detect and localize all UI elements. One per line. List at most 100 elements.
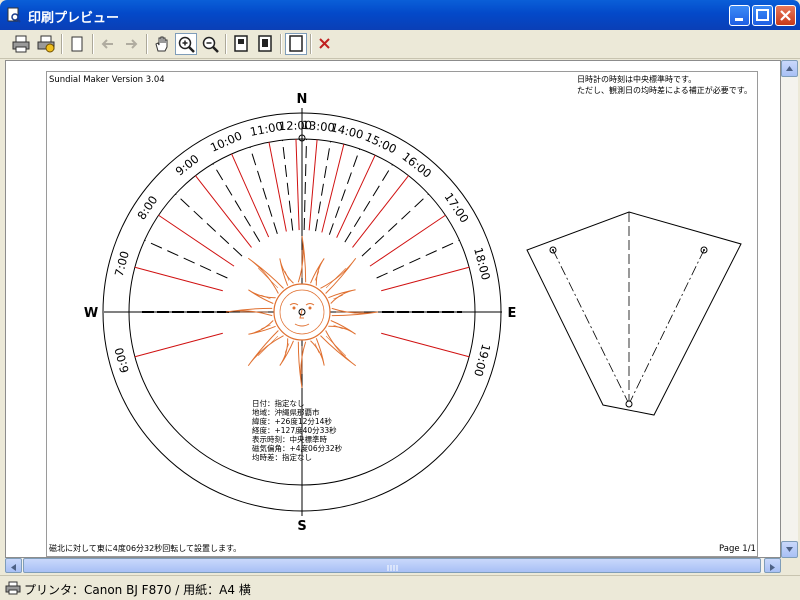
page-width-icon — [258, 35, 272, 52]
hour-line — [308, 139, 318, 231]
hour-line — [321, 144, 345, 233]
printer-status-icon — [5, 581, 21, 595]
hour-line — [134, 266, 223, 292]
app-version: Sundial Maker Version 3.04 — [49, 75, 165, 85]
info-region: 地域：沖縄県那覇市 — [252, 407, 320, 417]
sun-ray — [310, 258, 325, 286]
full-page-button[interactable] — [285, 33, 307, 55]
sun-illustration — [225, 235, 379, 389]
half-hour-line — [315, 141, 332, 232]
sun-ray — [328, 320, 356, 335]
sun-ray-inner — [257, 335, 279, 357]
compass-north: N — [297, 92, 308, 107]
notice-line-2: ただし、観測日の均時差による補正が必要です。 — [577, 85, 752, 95]
print-setup-button[interactable] — [35, 33, 57, 55]
grip-icon — [387, 565, 398, 571]
arrow-right-small-icon — [770, 564, 775, 571]
one-page-button[interactable] — [230, 33, 252, 55]
close-x-icon — [780, 10, 791, 21]
close-window-button[interactable] — [775, 5, 796, 26]
scroll-down-button[interactable] — [781, 541, 798, 558]
sun-ray — [279, 338, 294, 366]
info-time-zone: 表示時刻：中央標準時 — [252, 434, 327, 444]
zoom-in-button[interactable] — [175, 33, 197, 55]
sun-ray-inner — [257, 267, 279, 289]
info-equation-of-time: 均時差：指定なし — [252, 452, 312, 462]
preview-area[interactable]: Sundial Maker Version 3.04 日時計の時刻は中央標準時で… — [5, 60, 781, 558]
toolbar-separator — [146, 34, 148, 54]
sun-ray — [279, 258, 294, 286]
footer-note: 磁北に対して東に4度06分32秒回転して設置します。 — [49, 543, 241, 553]
printer-icon — [12, 35, 30, 53]
info-magnetic-declination: 磁気偏角：+4度06分32秒 — [252, 443, 343, 453]
hour-line — [158, 214, 235, 267]
sundial-drawing: Sundial Maker Version 3.04 日時計の時刻は中央標準時で… — [49, 74, 756, 554]
scroll-up-button[interactable] — [781, 60, 798, 77]
horizontal-scroll-thumb[interactable] — [23, 558, 761, 573]
location-info: 日付：指定なし 地域：沖縄県那覇市 緯度：+26度12分14秒 経度：+127度… — [252, 398, 343, 462]
info-date: 日付：指定なし — [252, 398, 305, 408]
printer-info: プリンタ：Canon BJ F870 / 用紙：A4 横 — [24, 583, 251, 597]
half-hour-line — [249, 146, 278, 234]
half-hour-line — [361, 193, 429, 257]
sun-ray — [248, 320, 276, 335]
maximize-button[interactable] — [752, 5, 773, 26]
gnomon-template — [526, 211, 742, 416]
half-hour-line — [144, 239, 228, 279]
printer-setup-icon — [37, 35, 55, 53]
hour-line — [381, 332, 470, 358]
sun-ray-inner — [325, 267, 347, 289]
compass-east: E — [508, 306, 517, 321]
sun-ray — [310, 338, 325, 366]
half-hour-line — [175, 193, 243, 257]
zoom-out-icon — [202, 36, 219, 53]
sun-ray-inner — [325, 335, 347, 357]
minimize-icon — [735, 18, 743, 21]
compass-south: S — [297, 519, 306, 534]
arrow-down-icon — [786, 547, 793, 552]
compass-west: W — [84, 306, 98, 321]
close-icon — [319, 38, 330, 49]
half-hour-line — [303, 139, 308, 231]
info-longitude: 経度：+127度40分33秒 — [252, 425, 337, 435]
sun-ray — [328, 289, 356, 304]
hour-label: 7:00 — [112, 249, 132, 278]
page-button[interactable] — [66, 33, 88, 55]
zoom-in-icon — [178, 36, 195, 53]
scroll-right-button[interactable] — [764, 558, 781, 573]
hour-label: 16:00 — [399, 149, 434, 180]
horizontal-scrollbar[interactable] — [5, 558, 781, 573]
hour-label: 18:00 — [471, 246, 493, 282]
hour-line — [134, 332, 223, 358]
maximize-icon — [756, 9, 769, 21]
scroll-left-button[interactable] — [5, 558, 22, 573]
forward-button[interactable] — [120, 33, 142, 55]
sun-ray — [248, 289, 276, 304]
window-title: 印刷プレビュー — [28, 11, 120, 26]
hour-line — [369, 214, 446, 267]
minimize-button[interactable] — [729, 5, 750, 26]
info-latitude: 緯度：+26度12分14秒 — [252, 416, 332, 426]
toolbar-separator — [280, 34, 282, 54]
arrow-right-icon — [126, 39, 138, 49]
hour-line — [195, 175, 252, 248]
vertical-scrollbar[interactable] — [781, 60, 798, 558]
hour-label: 19:00 — [471, 342, 493, 378]
arrow-up-icon — [786, 66, 793, 71]
toolbar-separator — [225, 34, 227, 54]
full-page-icon — [289, 35, 303, 52]
half-hour-line — [376, 239, 460, 279]
toolbar-separator — [310, 34, 312, 54]
print-button[interactable] — [10, 33, 32, 55]
page-label: Page 1/1 — [719, 544, 756, 554]
arrow-left-small-icon — [11, 564, 16, 571]
hand-tool-button[interactable] — [151, 33, 173, 55]
back-button[interactable] — [97, 33, 119, 55]
notice-line-1: 日時計の時刻は中央標準時です。 — [577, 74, 696, 84]
hour-label: 17:00 — [442, 190, 472, 225]
close-preview-button[interactable] — [314, 33, 336, 55]
half-hour-line — [212, 163, 261, 242]
zoom-out-button[interactable] — [199, 33, 221, 55]
page-width-button[interactable] — [254, 33, 276, 55]
title-bar[interactable]: 印刷プレビュー — [0, 0, 800, 30]
